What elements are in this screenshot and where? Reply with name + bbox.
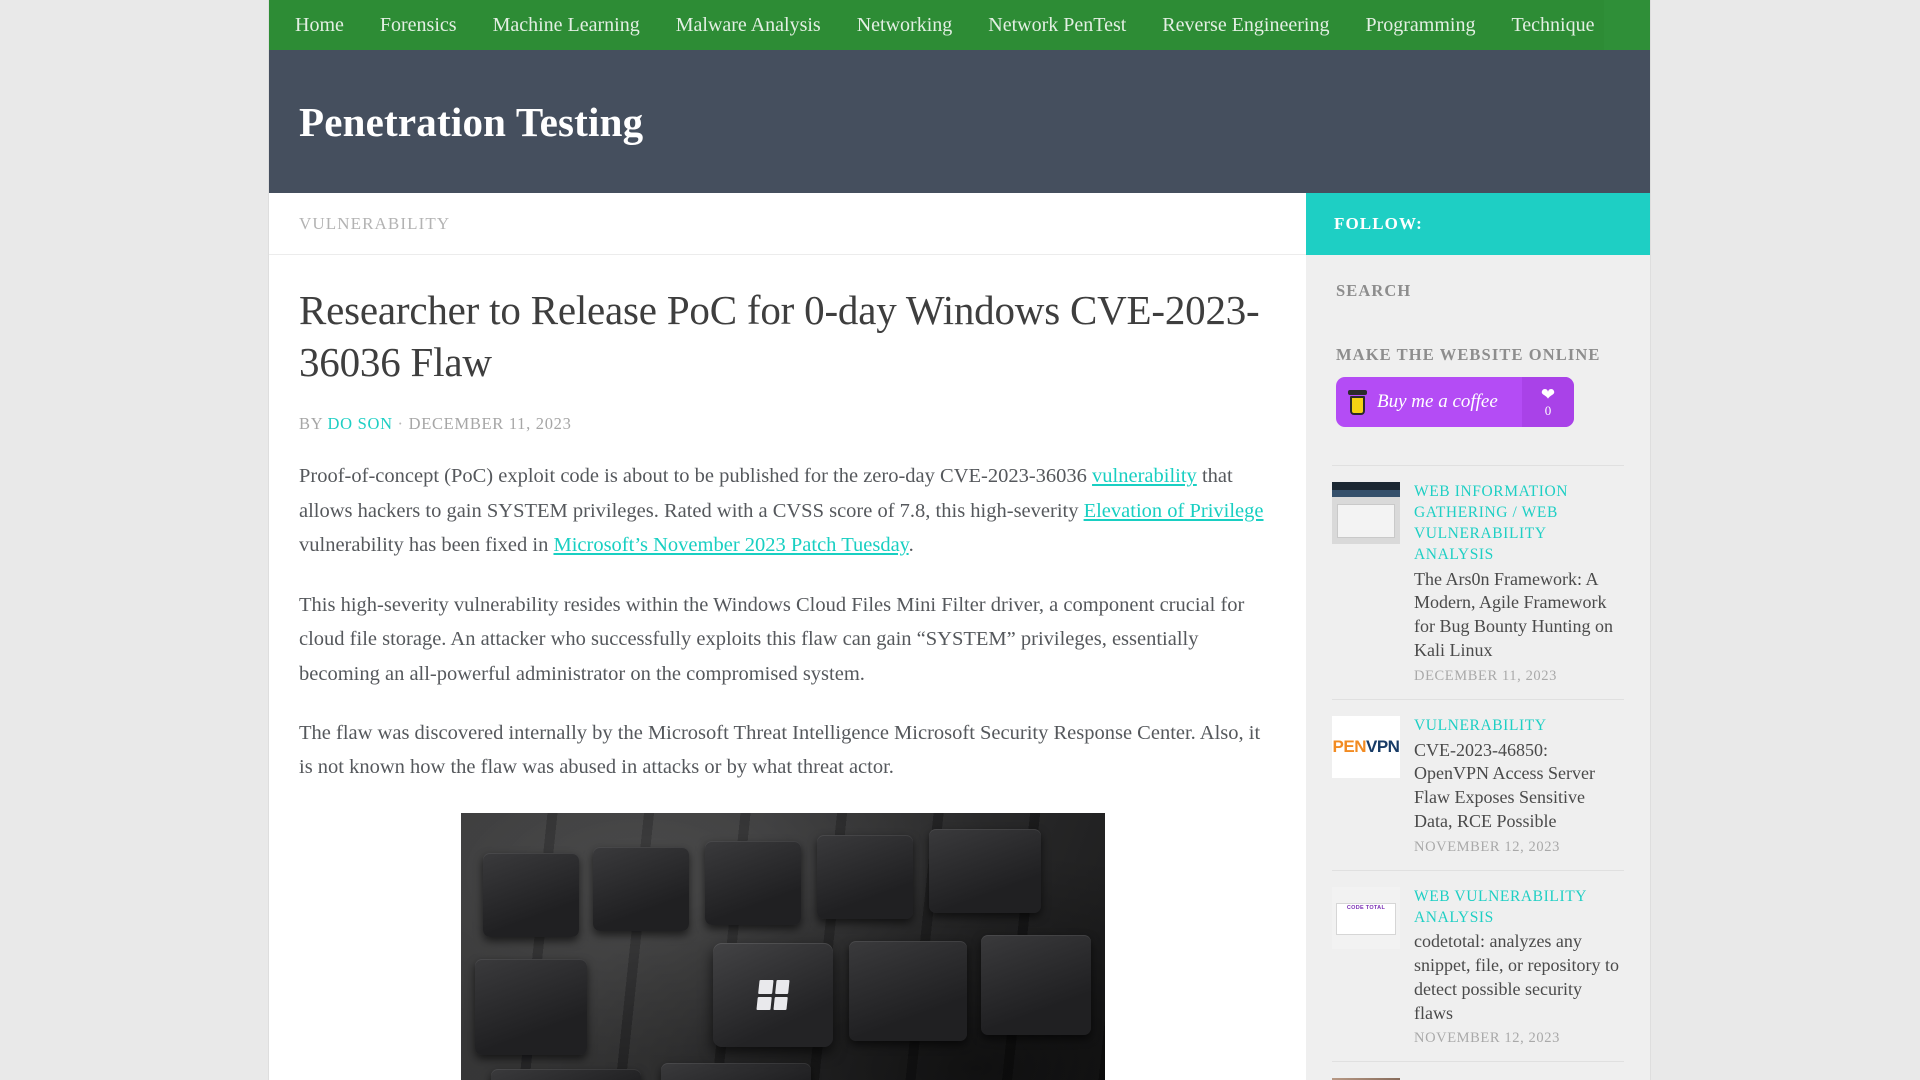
post-thumbnail[interactable]: [1332, 886, 1400, 949]
keyboard-key: [490, 1068, 641, 1080]
heart-icon: ❤: [1540, 384, 1556, 404]
recent-posts-list: WEB INFORMATION GATHERING / WEB VULNERAB…: [1306, 465, 1650, 1080]
list-item[interactable]: PENVPN VULNERABILITY CVE-2023-46850: Ope…: [1332, 698, 1624, 870]
nav-item-network-pentest[interactable]: Network PenTest: [970, 0, 1144, 50]
sidebar: FOLLOW: SEARCH MAKE THE WEBSITE ONLINE B…: [1306, 193, 1650, 1080]
right-gutter: [1650, 0, 1920, 1080]
article-paragraph-3: The flaw was discovered internally by th…: [299, 716, 1266, 785]
post-thumbnail[interactable]: PENVPN: [1332, 715, 1400, 778]
nav-item-machine-learning[interactable]: Machine Learning: [475, 0, 658, 50]
search-widget: SEARCH MAKE THE WEBSITE ONLINE Buy me a …: [1306, 255, 1650, 427]
nav-item-forensics[interactable]: Forensics: [362, 0, 475, 50]
nav-right-edge: [1604, 0, 1650, 50]
inline-link[interactable]: Elevation of Privilege: [1084, 500, 1264, 522]
support-widget-title: MAKE THE WEBSITE ONLINE: [1336, 345, 1601, 364]
post-meta: WEB INFORMATION GATHERING / WEB VULNERAB…: [1414, 482, 1624, 685]
paragraph-text: The flaw was discovered internally by th…: [299, 721, 1261, 779]
post-title[interactable]: The Ars0n Framework: A Modern, Agile Fra…: [1414, 568, 1624, 663]
keyboard-key: [928, 828, 1041, 913]
post-title[interactable]: codetotal: analyzes any snippet, file, o…: [1414, 930, 1624, 1025]
coffee-cup-icon: [1348, 389, 1367, 415]
list-item[interactable]: WEB INFORMATION GATHERING / WEB VULNERAB…: [1332, 465, 1624, 699]
buy-me-a-coffee-count: 0: [1544, 402, 1552, 418]
left-gutter: [0, 0, 269, 1080]
post-title[interactable]: CVE-2023-46850: OpenVPN Access Server Fl…: [1414, 739, 1624, 834]
buy-me-a-coffee-main[interactable]: Buy me a coffee: [1336, 377, 1522, 427]
post-date: NOVEMBER 12, 2023: [1414, 1030, 1560, 1047]
buy-me-a-coffee-like[interactable]: ❤ 0: [1522, 377, 1574, 427]
breadcrumb: VULNERABILITY: [269, 193, 1306, 255]
list-item[interactable]: WEB VULNERABILITY ANALYSIS codetotal: an…: [1332, 869, 1624, 1062]
main-navigation: Home Forensics Machine Learning Malware …: [269, 0, 1650, 50]
keyboard-key: [980, 934, 1091, 1035]
paragraph-text: This high-severity vulnerability resides…: [299, 593, 1245, 685]
article: Researcher to Release PoC for 0-day Wind…: [269, 255, 1306, 1080]
article-paragraph-2: This high-severity vulnerability resides…: [299, 588, 1266, 691]
site-masthead: Penetration Testing: [269, 50, 1650, 193]
inline-link[interactable]: Microsoft’s November 2023 Patch Tuesday: [553, 534, 908, 556]
article-byline: BY DO SON · DECEMBER 11, 2023: [299, 414, 1266, 434]
post-meta: WEB VULNERABILITY ANALYSIS codetotal: an…: [1414, 887, 1624, 1048]
post-category[interactable]: WEB INFORMATION GATHERING / WEB VULNERAB…: [1414, 482, 1624, 566]
windows-logo-icon: [755, 979, 790, 1010]
paragraph-text: Proof-of-concept (PoC) exploit code is a…: [299, 465, 1093, 488]
post-date: NOVEMBER 12, 2023: [1414, 838, 1560, 855]
search-input[interactable]: [1336, 301, 1620, 345]
keyboard-key: [660, 1062, 811, 1080]
keyboard-key: [848, 940, 967, 1041]
list-item[interactable]: CYBER SECURITY: [1332, 1061, 1624, 1080]
page-root: Home Forensics Machine Learning Malware …: [0, 0, 1920, 1080]
openvpn-logo-icon: PENVPN: [1332, 736, 1400, 756]
keyboard-key: [816, 834, 913, 919]
site-title[interactable]: Penetration Testing: [269, 98, 643, 146]
post-category[interactable]: VULNERABILITY: [1414, 716, 1624, 737]
keyboard-key: [704, 840, 801, 925]
nav-item-programming[interactable]: Programming: [1347, 0, 1493, 50]
article-author[interactable]: DO SON: [328, 414, 393, 433]
keyboard-key: [482, 852, 579, 937]
search-widget-title: SEARCH: [1336, 281, 1412, 300]
keyboard-key: [474, 958, 587, 1055]
keyboard-key: [592, 846, 689, 931]
windows-key: [712, 942, 833, 1047]
post-date: DECEMBER 11, 2023: [1414, 667, 1557, 684]
byline-prefix: BY: [299, 414, 323, 434]
post-category[interactable]: WEB VULNERABILITY ANALYSIS: [1414, 887, 1624, 929]
article-paragraph-1: Proof-of-concept (PoC) exploit code is a…: [299, 459, 1266, 562]
paragraph-text: .: [908, 534, 914, 557]
main-content-column: VULNERABILITY Researcher to Release PoC …: [269, 193, 1306, 1080]
nav-item-malware-analysis[interactable]: Malware Analysis: [658, 0, 839, 50]
nav-item-home[interactable]: Home: [277, 0, 362, 50]
paragraph-text: vulnerability has been fixed in: [299, 534, 554, 557]
breadcrumb-category[interactable]: VULNERABILITY: [299, 214, 450, 234]
follow-widget-header: FOLLOW:: [1306, 193, 1650, 255]
nav-item-reverse-engineering[interactable]: Reverse Engineering: [1144, 0, 1347, 50]
page-title: Researcher to Release PoC for 0-day Wind…: [299, 287, 1260, 385]
nav-item-technique[interactable]: Technique: [1493, 0, 1612, 50]
inline-link[interactable]: vulnerability: [1092, 465, 1197, 487]
article-featured-image: [460, 812, 1105, 1080]
byline-separator: ·: [397, 414, 404, 434]
post-thumbnail[interactable]: [1332, 482, 1400, 544]
nav-item-networking[interactable]: Networking: [839, 0, 971, 50]
post-meta: VULNERABILITY CVE-2023-46850: OpenVPN Ac…: [1414, 716, 1624, 856]
buy-me-a-coffee-label: Buy me a coffee: [1377, 391, 1498, 412]
article-date: DECEMBER 11, 2023: [408, 414, 572, 434]
buy-me-a-coffee-button[interactable]: Buy me a coffee ❤ 0: [1336, 377, 1574, 427]
follow-label: FOLLOW:: [1334, 214, 1423, 233]
